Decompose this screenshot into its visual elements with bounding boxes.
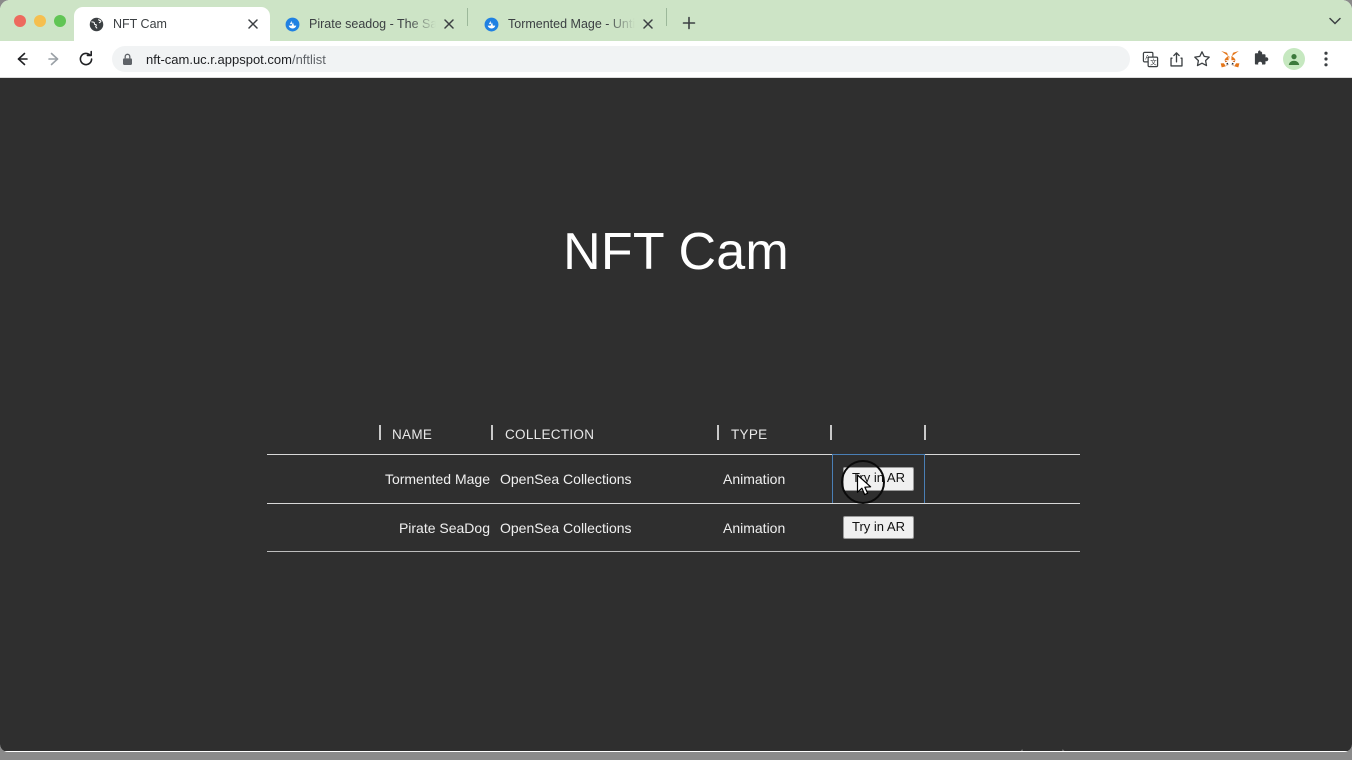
table-header-row: NAME COLLECTION TYPE xyxy=(267,414,1080,454)
column-divider xyxy=(830,425,832,440)
minimize-window-button[interactable] xyxy=(34,14,46,27)
column-divider xyxy=(717,425,719,440)
profile-avatar-icon[interactable] xyxy=(1283,48,1305,70)
paginator: 1–2 of 2 xyxy=(900,740,1080,751)
tab-divider xyxy=(666,7,667,26)
window-controls xyxy=(8,0,74,41)
cell-action: Try in AR xyxy=(832,504,925,552)
cell-name: Tormented Mage xyxy=(384,471,490,487)
cell-name: Pirate SeaDog xyxy=(398,519,490,536)
address-bar[interactable]: nft-cam.uc.r.appspot.com/nftlist xyxy=(112,46,1130,72)
cell-type: Animation xyxy=(723,519,786,536)
window-bottom-strip xyxy=(0,752,1352,760)
svg-text:文: 文 xyxy=(1150,57,1157,66)
nft-table: NAME COLLECTION TYPE Tormented Mage Open… xyxy=(267,414,1080,552)
tab-divider xyxy=(467,7,468,26)
column-header-type[interactable]: TYPE xyxy=(731,427,767,442)
column-divider xyxy=(379,425,381,440)
chevron-left-icon[interactable] xyxy=(1004,742,1034,751)
url-host: nft-cam.uc.r.appspot.com xyxy=(146,51,292,67)
browser-window: NFT Cam Pirate seadog - The Sandbox A xyxy=(0,0,1352,752)
tab-strip: NFT Cam Pirate seadog - The Sandbox A xyxy=(0,0,1352,41)
column-header-collection[interactable]: COLLECTION xyxy=(505,427,594,442)
share-icon[interactable] xyxy=(1164,47,1188,71)
reload-button[interactable] xyxy=(72,45,100,73)
back-button[interactable] xyxy=(8,45,36,73)
forward-button[interactable] xyxy=(40,45,68,73)
puzzle-piece-icon[interactable] xyxy=(1248,45,1276,73)
chevron-right-icon[interactable] xyxy=(1050,742,1080,751)
try-in-ar-button[interactable]: Try in AR xyxy=(843,515,914,540)
close-icon[interactable] xyxy=(244,15,262,33)
tab-title: Tormented Mage - Untitled Col xyxy=(508,17,635,31)
tab-pirate-seadog[interactable]: Pirate seadog - The Sandbox A xyxy=(270,7,466,41)
table-row[interactable]: Pirate SeaDog OpenSea Collections Animat… xyxy=(267,503,1080,552)
three-dot-menu-icon[interactable] xyxy=(1312,45,1340,73)
page-content: NFT Cam NAME COLLECTION TYPE Tormented M… xyxy=(0,78,1352,751)
close-icon[interactable] xyxy=(440,15,458,33)
cell-type: Animation xyxy=(723,471,786,487)
metamask-fox-icon[interactable] xyxy=(1216,45,1244,73)
opensea-icon xyxy=(284,16,300,32)
tab-list-chevron-down-icon[interactable] xyxy=(1318,4,1352,38)
tab-title: Pirate seadog - The Sandbox A xyxy=(309,17,436,31)
cell-collection: OpenSea Collections xyxy=(500,519,632,536)
translate-icon[interactable]: A 文 xyxy=(1138,47,1162,71)
globe-icon xyxy=(88,16,104,32)
table-row[interactable]: Tormented Mage OpenSea Collections Anima… xyxy=(267,454,1080,504)
star-icon[interactable] xyxy=(1190,47,1214,71)
close-icon[interactable] xyxy=(639,15,657,33)
browser-toolbar: nft-cam.uc.r.appspot.com/nftlist A 文 xyxy=(0,41,1352,78)
url-text: nft-cam.uc.r.appspot.com/nftlist xyxy=(146,52,326,67)
tab-nft-cam[interactable]: NFT Cam xyxy=(74,7,270,41)
tab-tormented-mage[interactable]: Tormented Mage - Untitled Col xyxy=(469,7,665,41)
opensea-icon xyxy=(483,16,499,32)
toolbar-actions: A 文 xyxy=(1136,47,1214,71)
column-divider xyxy=(491,425,493,440)
close-window-button[interactable] xyxy=(14,14,26,27)
cell-action: Try in AR xyxy=(832,454,925,504)
try-in-ar-button[interactable]: Try in AR xyxy=(843,467,914,491)
page-title: NFT Cam xyxy=(563,223,789,281)
column-header-name[interactable]: NAME xyxy=(392,427,432,442)
tab-title: NFT Cam xyxy=(113,17,167,31)
url-path: /nftlist xyxy=(291,51,326,67)
column-divider xyxy=(924,425,926,440)
maximize-window-button[interactable] xyxy=(54,14,66,27)
lock-icon xyxy=(122,53,136,66)
cell-collection: OpenSea Collections xyxy=(500,471,632,487)
page-range-label: 1–2 of 2 xyxy=(941,750,988,752)
new-tab-button[interactable] xyxy=(674,8,704,38)
